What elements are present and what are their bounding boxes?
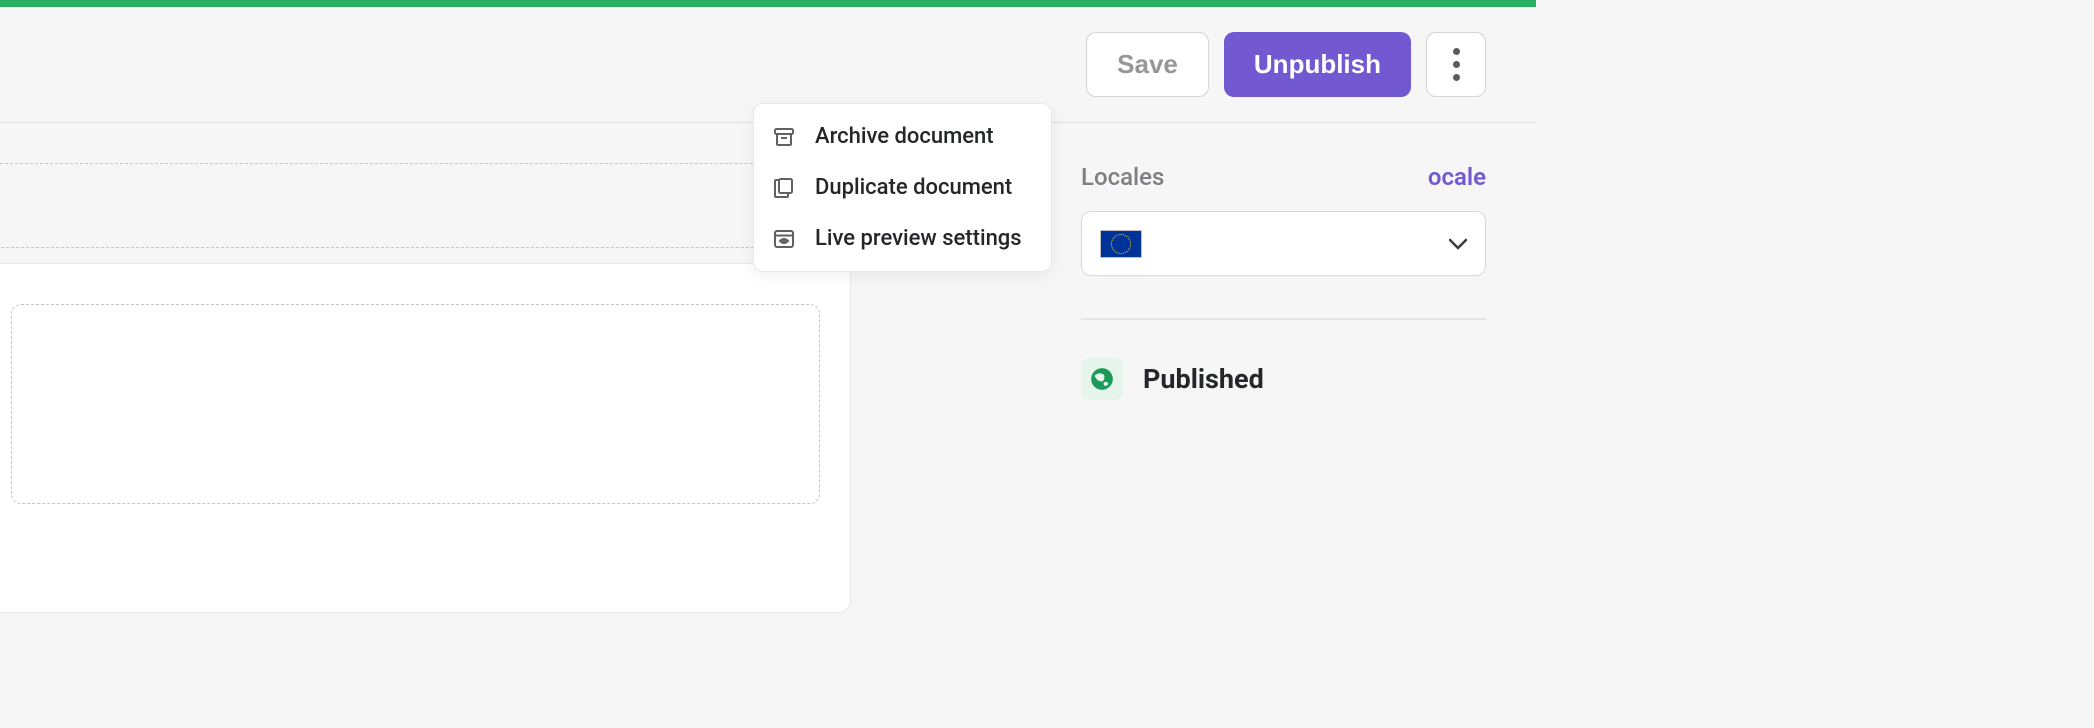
menu-item-duplicate[interactable]: Duplicate document [754,162,1051,213]
status-badge [1081,358,1123,400]
unpublish-button[interactable]: Unpublish [1224,32,1411,97]
more-menu-button[interactable] [1426,32,1486,97]
preview-settings-icon [772,227,796,251]
locales-label: Locales [1081,163,1164,191]
archive-icon [772,125,796,149]
content-panel [0,263,851,613]
dots-vertical-icon [1453,48,1460,81]
menu-item-label: Live preview settings [815,226,1022,251]
globe-icon [1089,366,1115,392]
save-button[interactable]: Save [1086,32,1209,97]
sidebar: Locales ocale Published [1081,123,1536,563]
field-placeholder[interactable] [11,304,820,504]
more-menu-dropdown: Archive document Duplicate document Live… [753,103,1052,272]
field-placeholder[interactable] [0,163,851,248]
menu-item-archive[interactable]: Archive document [754,111,1051,162]
eu-flag-icon [1100,230,1142,258]
chevron-down-icon [1449,238,1467,250]
status-row: Published [1081,358,1486,400]
locales-header: Locales ocale [1081,163,1486,191]
divider [1081,318,1486,320]
configure-locale-link[interactable]: ocale [1428,163,1486,191]
menu-item-label: Archive document [815,124,994,149]
menu-item-live-preview[interactable]: Live preview settings [754,213,1051,264]
status-label: Published [1143,363,1264,395]
menu-item-label: Duplicate document [815,175,1012,200]
duplicate-icon [772,176,796,200]
locale-selector[interactable] [1081,211,1486,276]
top-accent-bar [0,0,1536,7]
